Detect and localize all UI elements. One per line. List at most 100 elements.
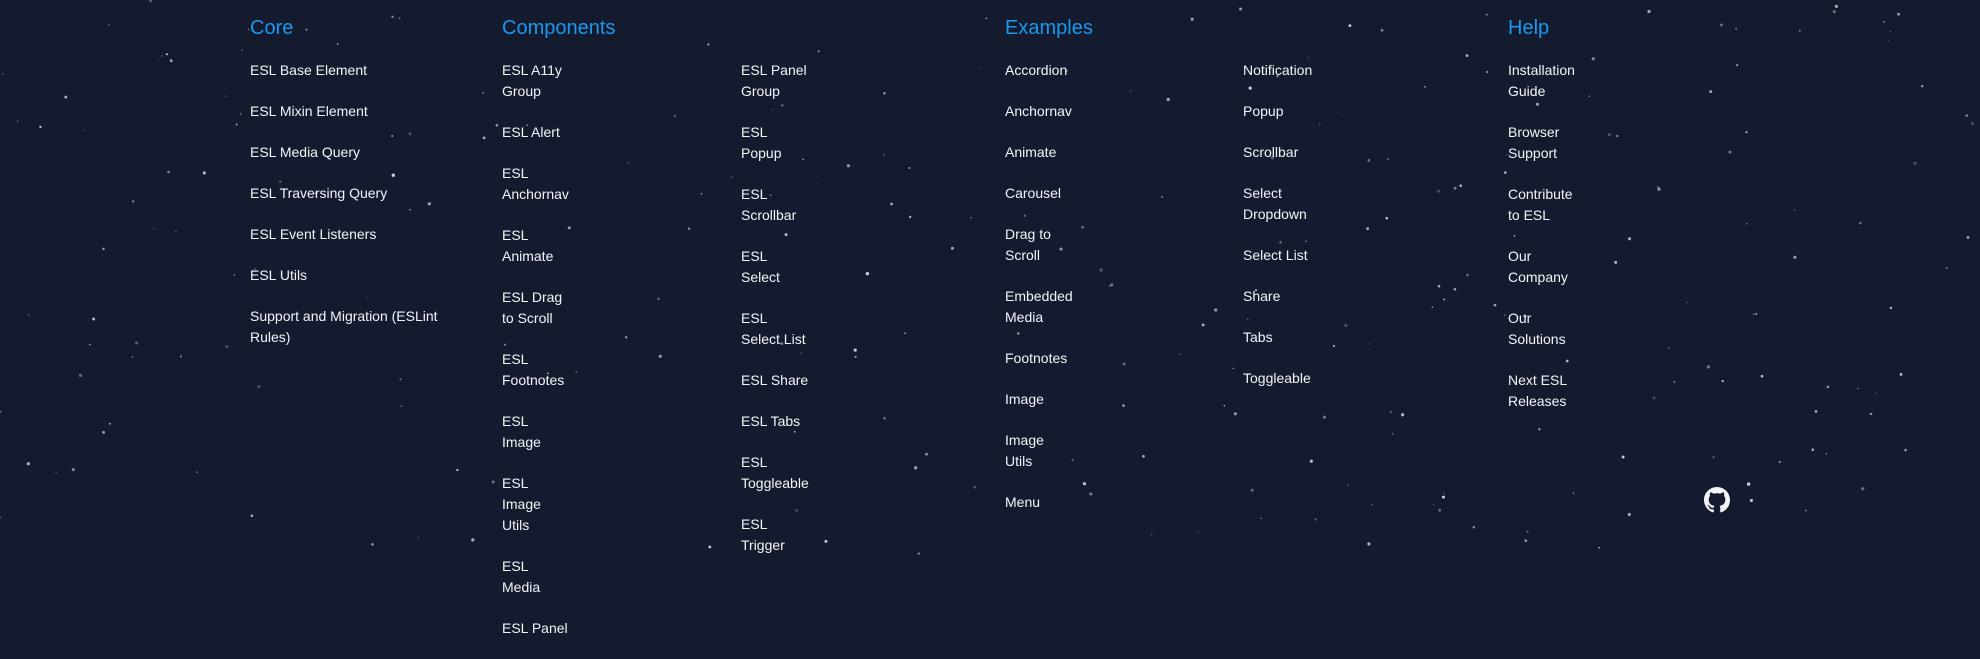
list-item: Share bbox=[1243, 286, 1312, 307]
footer-link-component[interactable]: ESL Footnotes bbox=[502, 349, 569, 391]
footer-link-component[interactable]: ESL Animate bbox=[502, 225, 569, 267]
footer-link-help[interactable]: Our Solutions bbox=[1508, 308, 1575, 350]
footer-link-example[interactable]: Menu bbox=[1005, 492, 1073, 513]
footer-link-example[interactable]: Share bbox=[1243, 286, 1312, 307]
footer-links-components-right: ESL Panel Group ESL Popup ESL Scrollbar ESL… bbox=[741, 60, 809, 576]
list-item: Select List bbox=[1243, 245, 1312, 266]
footer-link-component[interactable]: ESL Select List bbox=[741, 308, 809, 350]
footer-link-example[interactable]: Animate bbox=[1005, 142, 1073, 163]
footer-link-core[interactable]: ESL Event Listeners bbox=[250, 224, 455, 245]
footer-link-example[interactable]: Tabs bbox=[1243, 327, 1312, 348]
list-item: Installation Guide bbox=[1508, 60, 1575, 102]
list-item: ESL Scrollbar bbox=[741, 184, 809, 226]
list-item: ESL Utils bbox=[250, 265, 455, 286]
footer-link-example[interactable]: Embedded Media bbox=[1005, 286, 1073, 328]
footer-link-component[interactable]: ESL Panel bbox=[502, 618, 569, 639]
list-item: Select Dropdown bbox=[1243, 183, 1312, 225]
footer-link-help[interactable]: Our Company bbox=[1508, 246, 1575, 288]
footer-link-core[interactable]: Support and Migration (ESLint Rules) bbox=[250, 306, 455, 348]
footer-link-example[interactable]: Notification bbox=[1243, 60, 1312, 81]
list-item: ESL Select List bbox=[741, 308, 809, 350]
list-item: Carousel bbox=[1005, 183, 1073, 204]
footer-link-component[interactable]: ESL Image bbox=[502, 411, 569, 453]
list-item: ESL Media Query bbox=[250, 142, 455, 163]
list-item: ESL Select bbox=[741, 246, 809, 288]
footer-link-component[interactable]: ESL Anchornav bbox=[502, 163, 569, 205]
footer-link-core[interactable]: ESL Base Element bbox=[250, 60, 455, 81]
list-item: Toggleable bbox=[1243, 368, 1312, 389]
footer-link-help[interactable]: Next ESL Releases bbox=[1508, 370, 1575, 412]
footer-link-component[interactable]: ESL Toggleable bbox=[741, 452, 809, 494]
list-item: Notification bbox=[1243, 60, 1312, 81]
list-item: ESL Image bbox=[502, 411, 569, 453]
footer-link-example[interactable]: Scrollbar bbox=[1243, 142, 1312, 163]
footer-link-example[interactable]: Image bbox=[1005, 389, 1073, 410]
footer-link-core[interactable]: ESL Traversing Query bbox=[250, 183, 455, 204]
footer-link-core[interactable]: ESL Mixin Element bbox=[250, 101, 455, 122]
footer-link-component[interactable]: ESL Share bbox=[741, 370, 809, 391]
footer-link-component[interactable]: ESL Drag to Scroll bbox=[502, 287, 569, 329]
list-item: ESL Tabs bbox=[741, 411, 809, 432]
list-item: Our Company bbox=[1508, 246, 1575, 288]
footer-link-component[interactable]: ESL Scrollbar bbox=[741, 184, 809, 226]
list-item: ESL Drag to Scroll bbox=[502, 287, 569, 329]
footer-link-example[interactable]: Accordion bbox=[1005, 60, 1073, 81]
footer-link-component[interactable]: ESL Panel Group bbox=[741, 60, 809, 102]
footer-link-component[interactable]: ESL Media bbox=[502, 556, 569, 598]
list-item: Support and Migration (ESLint Rules) bbox=[250, 306, 455, 348]
footer-link-core[interactable]: ESL Utils bbox=[250, 265, 455, 286]
list-item: Embedded Media bbox=[1005, 286, 1073, 328]
footer-heading-examples[interactable]: Examples bbox=[1005, 16, 1093, 40]
list-item: ESL Footnotes bbox=[502, 349, 569, 391]
footer-heading-help[interactable]: Help bbox=[1508, 16, 1549, 40]
list-item: ESL Event Listeners bbox=[250, 224, 455, 245]
list-item: Menu bbox=[1005, 492, 1073, 513]
list-item: ESL Toggleable bbox=[741, 452, 809, 494]
footer-link-component[interactable]: ESL Trigger bbox=[741, 514, 809, 556]
list-item: Drag to Scroll bbox=[1005, 224, 1073, 266]
list-item: Scrollbar bbox=[1243, 142, 1312, 163]
list-item: Contribute to ESL bbox=[1508, 184, 1575, 226]
list-item: Accordion bbox=[1005, 60, 1073, 81]
list-item: ESL Base Element bbox=[250, 60, 455, 81]
footer-link-component[interactable]: ESL Select bbox=[741, 246, 809, 288]
footer-links-help: Installation Guide Browser Support Contrib… bbox=[1508, 60, 1575, 432]
footer-link-help[interactable]: Installation Guide bbox=[1508, 60, 1575, 102]
list-item: ESL Panel bbox=[502, 618, 569, 639]
footer-link-component[interactable]: ESL Alert bbox=[502, 122, 569, 143]
footer-link-example[interactable]: Anchornav bbox=[1005, 101, 1073, 122]
footer-link-example[interactable]: Toggleable bbox=[1243, 368, 1312, 389]
footer-link-core[interactable]: ESL Media Query bbox=[250, 142, 455, 163]
footer-heading-components[interactable]: Components bbox=[502, 16, 615, 40]
footer-link-component[interactable]: ESL Popup bbox=[741, 122, 809, 164]
footer-link-help[interactable]: Browser Support bbox=[1508, 122, 1575, 164]
footer-link-help[interactable]: Contribute to ESL bbox=[1508, 184, 1575, 226]
footer-link-component[interactable]: ESL Image Utils bbox=[502, 473, 569, 536]
list-item: ESL Mixin Element bbox=[250, 101, 455, 122]
footer-links-examples-left: Accordion Anchornav Animate Carousel Drag to… bbox=[1005, 60, 1073, 533]
footer-links-examples-right: Notification Popup Scrollbar Select Dropdow… bbox=[1243, 60, 1312, 409]
footer-link-example[interactable]: Select List bbox=[1243, 245, 1312, 266]
footer-heading-core[interactable]: Core bbox=[250, 16, 293, 40]
footer-link-example[interactable]: Select Dropdown bbox=[1243, 183, 1312, 225]
footer-link-component[interactable]: ESL A11y Group bbox=[502, 60, 569, 102]
footer-link-example[interactable]: Drag to Scroll bbox=[1005, 224, 1073, 266]
footer-links-components-left: ESL A11y Group ESL Alert ESL Anchornav ESL … bbox=[502, 60, 569, 659]
list-item: ESL A11y Group bbox=[502, 60, 569, 102]
footer-link-example[interactable]: Image Utils bbox=[1005, 430, 1073, 472]
list-item: ESL Panel Group bbox=[741, 60, 809, 102]
list-item: Our Solutions bbox=[1508, 308, 1575, 350]
list-item: ESL Media bbox=[502, 556, 569, 598]
footer-link-component[interactable]: ESL Tabs bbox=[741, 411, 809, 432]
footer-link-example[interactable]: Popup bbox=[1243, 101, 1312, 122]
site-footer: Core ESL Base Element ESL Mixin Element ES… bbox=[0, 0, 1980, 636]
footer-links-core: ESL Base Element ESL Mixin Element ESL Med… bbox=[250, 60, 455, 368]
list-item: Image Utils bbox=[1005, 430, 1073, 472]
footer-link-example[interactable]: Footnotes bbox=[1005, 348, 1073, 369]
list-item: ESL Anchornav bbox=[502, 163, 569, 205]
list-item: Image bbox=[1005, 389, 1073, 410]
list-item: ESL Share bbox=[741, 370, 809, 391]
list-item: ESL Animate bbox=[502, 225, 569, 267]
footer-link-example[interactable]: Carousel bbox=[1005, 183, 1073, 204]
github-icon[interactable] bbox=[1704, 487, 1730, 513]
